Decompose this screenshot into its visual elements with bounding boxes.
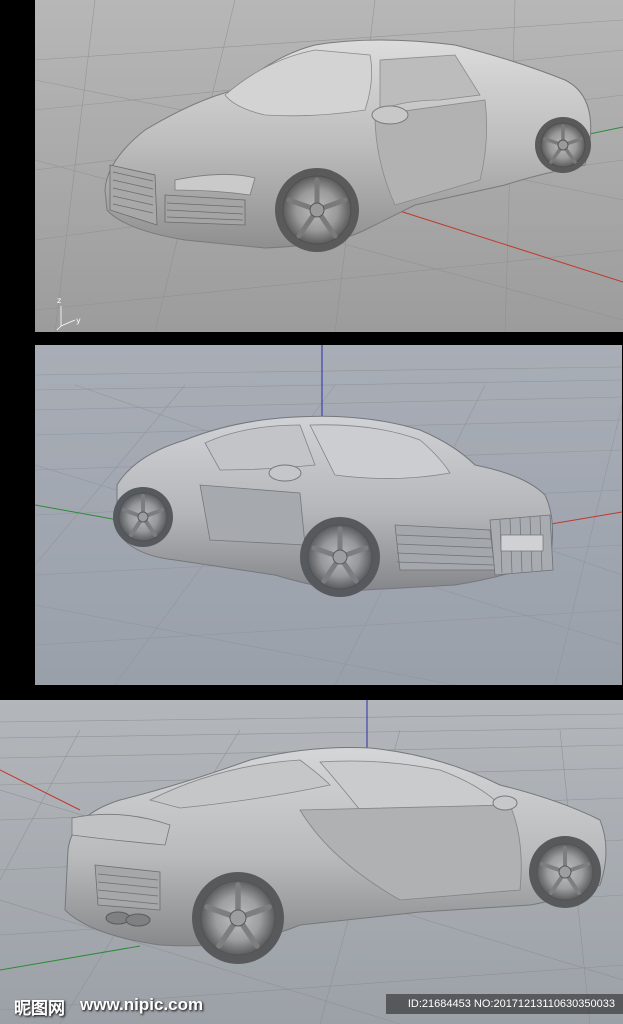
side-mirror — [371, 105, 409, 125]
watermark-id: ID:21684453 NO:20171213110630350033 — [386, 994, 623, 1014]
side-mirror — [268, 464, 302, 482]
front-wheel — [275, 168, 359, 252]
y-axis-line — [0, 945, 141, 971]
front-wheel — [300, 517, 380, 597]
rear-wheel — [113, 487, 173, 547]
watermark-logo: 昵图网 — [14, 999, 65, 1019]
side-mirror — [492, 795, 518, 811]
x-axis-line — [364, 199, 623, 283]
x-axis-line — [544, 511, 622, 526]
viewport-perspective-rear[interactable] — [0, 700, 623, 1024]
front-wheel — [529, 836, 601, 908]
rear-wheel — [192, 872, 284, 964]
axis-label-z: z — [57, 296, 62, 305]
rear-wheel — [535, 117, 591, 173]
viewport-front-canvas — [35, 0, 623, 332]
car-model-front — [104, 39, 592, 252]
viewport-perspective-front[interactable]: z y — [35, 0, 623, 332]
viewport-side-canvas — [35, 345, 622, 685]
axis-label-y: y — [76, 316, 81, 325]
axis-triad-icon — [56, 306, 76, 331]
x-axis-line — [0, 769, 81, 811]
viewport-perspective-side[interactable] — [35, 345, 622, 685]
car-model-side — [113, 415, 554, 597]
page: z y 昵图网 www.nipic.com ID:21684453 NO:201… — [0, 0, 623, 1024]
watermark-url[interactable]: www.nipic.com — [80, 995, 203, 1015]
car-model-rear — [64, 747, 607, 964]
viewport-rear-canvas — [0, 700, 623, 1024]
